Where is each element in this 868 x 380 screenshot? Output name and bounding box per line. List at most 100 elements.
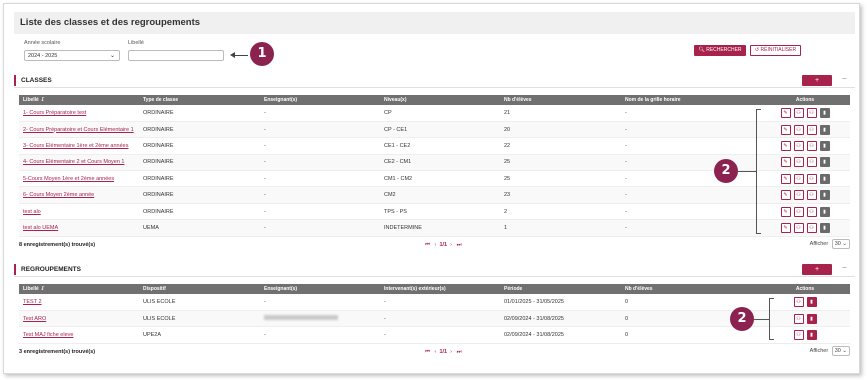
collapse-regroupements-button[interactable]: −: [842, 263, 847, 272]
pencil-icon[interactable]: ✎: [780, 140, 791, 151]
cell-enseignant: [260, 310, 380, 328]
trash-icon[interactable]: ▮: [819, 124, 830, 135]
trash-icon[interactable]: ▮: [819, 157, 830, 168]
users-icon[interactable]: ⚇: [793, 206, 804, 217]
pencil-icon[interactable]: ✎: [780, 107, 791, 118]
users-icon[interactable]: ⚇: [793, 107, 804, 118]
first-page-button[interactable]: ⏮: [425, 349, 430, 355]
last-page-button[interactable]: ⏭: [457, 349, 462, 355]
last-page-button[interactable]: ⏭: [457, 242, 462, 248]
users-icon[interactable]: ⚇: [793, 157, 804, 168]
pencil-icon[interactable]: ✎: [780, 206, 791, 217]
user-add-icon[interactable]: ⚇: [806, 206, 817, 217]
cell-enseignant: -: [260, 121, 380, 139]
callout-1: 1: [250, 42, 274, 66]
table-row: 3- Cours Elémentaire 1ère et 2ème années…: [19, 137, 850, 155]
class-link[interactable]: 2- Cours Préparatoire et Cours Elémentai…: [23, 127, 134, 133]
table-row: 1- Cours Préparatoire test ORDINAIRE - CP 21…: [19, 105, 850, 122]
class-link[interactable]: 6- Cours Moyen 2ème année: [23, 192, 94, 198]
cell-libelle: 5-Cours Moyen 1ère et 2ème années: [19, 170, 139, 188]
user-add-icon[interactable]: ⚇: [806, 140, 817, 151]
bracket-line: [754, 319, 769, 320]
cell-actions: ⚇ ▮: [760, 326, 850, 344]
cell-grille: -: [621, 154, 760, 172]
trash-icon[interactable]: ▮: [819, 190, 830, 201]
user-add-icon[interactable]: ⚇: [806, 190, 817, 201]
trash-icon[interactable]: ▮: [806, 313, 817, 324]
users-icon[interactable]: ⚇: [793, 296, 804, 307]
cell-libelle: Test MAJ fiche eleve: [19, 326, 139, 344]
table-row: test alo UEMA UEMA - INDETERMINE 1- ✎ ⚇ ⚇ ▮: [19, 219, 850, 237]
users-icon[interactable]: ⚇: [793, 313, 804, 324]
pencil-icon[interactable]: ✎: [780, 124, 791, 135]
search-button[interactable]: 🔍︎ RECHERCHER: [694, 45, 746, 56]
col-libelle[interactable]: Libellé ↓⃗: [19, 95, 139, 105]
users-icon[interactable]: ⚇: [793, 329, 804, 340]
regroupement-link[interactable]: TEST 2: [23, 299, 42, 305]
cell-grille: -: [621, 121, 760, 139]
cell-periode: 02/09/2024 - 31/08/2025: [500, 310, 621, 328]
cell-actions: ✎ ⚇ ⚇ ▮: [760, 186, 850, 204]
cell-dispositif: ULIS ECOLE: [139, 294, 260, 311]
users-icon[interactable]: ⚇: [793, 173, 804, 184]
page-size-select[interactable]: 30 ⌄: [831, 345, 850, 356]
show-label: Afficher: [809, 240, 829, 247]
pencil-icon[interactable]: ✎: [780, 173, 791, 184]
users-icon[interactable]: ⚇: [793, 190, 804, 201]
class-link[interactable]: 4- Cours Elémentaire 2 et Cours Moyen 1: [23, 159, 125, 165]
users-icon[interactable]: ⚇: [793, 124, 804, 135]
first-page-button[interactable]: ⏮: [425, 242, 430, 248]
user-add-icon[interactable]: ⚇: [806, 124, 817, 135]
cell-nb: 25: [500, 170, 621, 188]
add-class-button[interactable]: +: [802, 75, 832, 86]
class-link[interactable]: test alo UEMA: [23, 225, 58, 231]
cell-niveau: TPS - PS: [380, 203, 500, 221]
next-page-button[interactable]: ›: [450, 242, 452, 248]
cell-grille: -: [621, 137, 760, 155]
trash-icon[interactable]: ▮: [806, 296, 817, 307]
col-libelle[interactable]: Libellé ↓⃗: [19, 284, 139, 294]
user-add-icon[interactable]: ⚇: [806, 222, 817, 233]
collapse-classes-button[interactable]: −: [842, 74, 847, 83]
cell-actions: ✎ ⚇ ⚇ ▮: [760, 154, 850, 172]
class-link[interactable]: test alo: [23, 209, 41, 215]
pencil-icon[interactable]: ✎: [780, 157, 791, 168]
trash-icon[interactable]: ▮: [819, 140, 830, 151]
col-nb-eleves: Nb d'élèves: [500, 95, 621, 105]
cell-actions: ✎ ⚇ ⚇ ▮: [760, 121, 850, 139]
trash-icon[interactable]: ▮: [819, 107, 830, 118]
prev-page-button[interactable]: ‹: [435, 349, 437, 355]
trash-icon[interactable]: ▮: [819, 222, 830, 233]
cell-nb: 21: [500, 105, 621, 122]
trash-icon[interactable]: ▮: [819, 173, 830, 184]
title-bar: Liste des classes et des regroupements: [14, 12, 855, 34]
user-add-icon[interactable]: ⚇: [806, 173, 817, 184]
users-icon[interactable]: ⚇: [793, 222, 804, 233]
year-select[interactable]: 2024 - 2025 ⌄: [24, 50, 120, 61]
pencil-icon[interactable]: ✎: [780, 222, 791, 233]
class-link[interactable]: 1- Cours Préparatoire test: [23, 110, 86, 116]
section-accent-bar: [14, 264, 16, 275]
users-icon[interactable]: ⚇: [793, 140, 804, 151]
cell-niveau: CE2 - CM1: [380, 154, 500, 172]
user-add-icon[interactable]: ⚇: [806, 107, 817, 118]
regroupement-link[interactable]: Test MAJ fiche eleve: [23, 332, 73, 338]
add-regroupement-button[interactable]: +: [802, 264, 832, 275]
user-add-icon[interactable]: ⚇: [806, 157, 817, 168]
prev-page-button[interactable]: ‹: [435, 242, 437, 248]
table-row: 6- Cours Moyen 2ème année ORDINAIRE - CM2 23…: [19, 186, 850, 204]
pencil-icon[interactable]: ✎: [780, 190, 791, 201]
reset-button[interactable]: ↺ RÉINITIALISER: [750, 45, 801, 56]
libelle-input[interactable]: [128, 50, 224, 61]
class-link[interactable]: 3- Cours Elémentaire 1ère et 2ème années: [23, 143, 128, 149]
callout-2: 2: [714, 159, 738, 183]
regroupement-link[interactable]: Test ARO: [23, 316, 46, 322]
class-link[interactable]: 5-Cours Moyen 1ère et 2ème années: [23, 176, 114, 182]
trash-icon[interactable]: ▮: [819, 206, 830, 217]
trash-icon[interactable]: ▮: [806, 329, 817, 340]
page-size-select[interactable]: 30 ⌄: [831, 238, 850, 249]
next-page-button[interactable]: ›: [450, 349, 452, 355]
cell-enseignant: -: [260, 105, 380, 122]
col-dispositif: Dispositif: [139, 284, 260, 294]
col-niveaux: Niveau(x): [380, 95, 500, 105]
